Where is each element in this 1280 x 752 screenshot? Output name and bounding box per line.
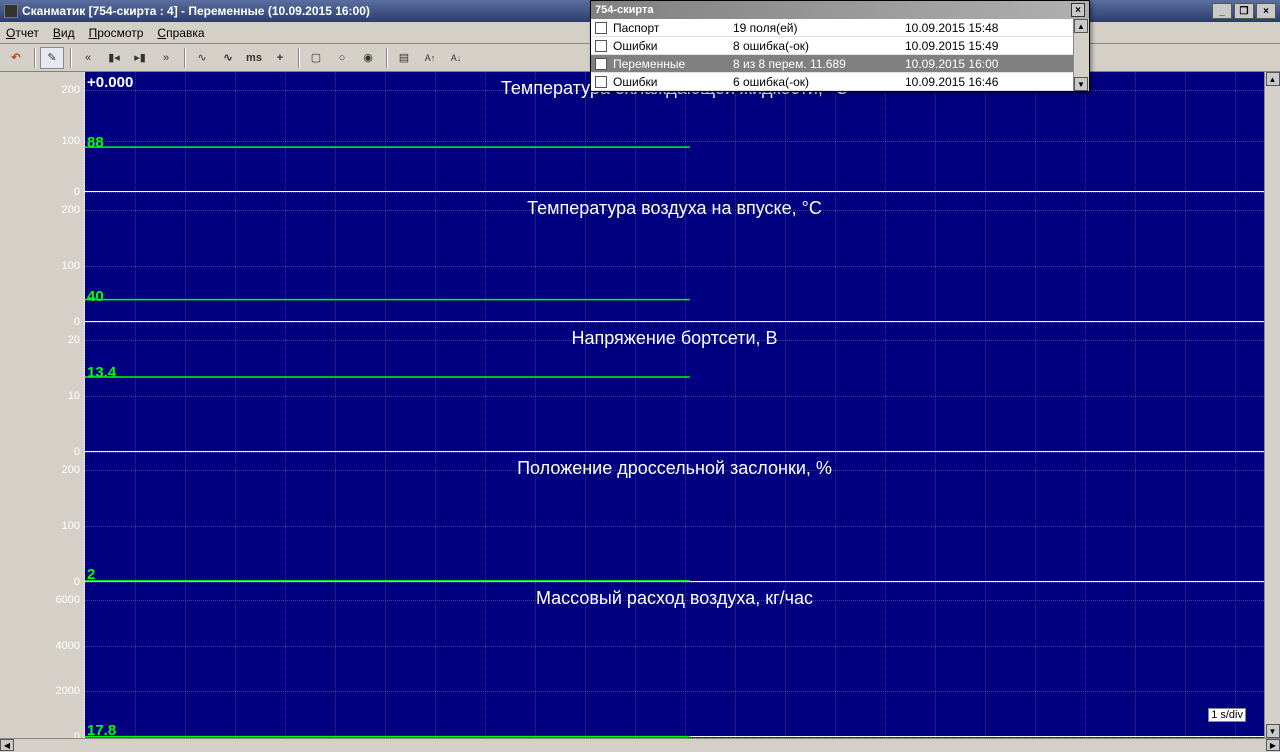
y-tick-label: 100	[0, 135, 80, 147]
popup-cell-name: Ошибки	[611, 75, 733, 89]
rewind-icon[interactable]: «	[76, 47, 100, 69]
popup-row[interactable]: Паспорт19 поля(ей)10.09.2015 15:48	[591, 19, 1089, 37]
ms-wave-icon[interactable]: ∿	[216, 47, 240, 69]
trace-line	[85, 582, 690, 737]
chart-row: Массовый расход воздуха, кг/час17.8	[85, 582, 1264, 737]
chart-row: Температура воздуха на впуске, °C40	[85, 192, 1264, 322]
y-tick-label: 0	[0, 316, 80, 328]
font-down-icon[interactable]: A↓	[444, 47, 468, 69]
menu-browse[interactable]: Просмотр	[89, 26, 144, 40]
window-title: Сканматик [754-скирта : 4] - Переменные …	[22, 4, 370, 18]
y-tick-label: 6000	[0, 594, 80, 606]
popup-cell-date: 10.09.2015 16:46	[905, 75, 1055, 89]
checkbox-icon[interactable]	[595, 76, 607, 88]
y-tick-label: 0	[0, 576, 80, 588]
minimize-button[interactable]: _	[1212, 3, 1232, 19]
trace-line	[85, 452, 690, 582]
y-tick-label: 20	[0, 334, 80, 346]
y-tick-label: 100	[0, 260, 80, 272]
menu-view[interactable]: Вид	[53, 26, 75, 40]
popup-cell-detail: 8 из 8 перем. 11.689	[733, 57, 905, 71]
y-tick-label: 0	[0, 186, 80, 198]
sessions-popup[interactable]: 754-скирта × Паспорт19 поля(ей)10.09.201…	[590, 0, 1090, 92]
popup-cell-name: Ошибки	[611, 39, 733, 53]
timebase-label: 1 s/div	[1208, 708, 1246, 722]
record-icon[interactable]: ◉	[356, 47, 380, 69]
y-tick-label: 10	[0, 390, 80, 402]
circle-icon[interactable]: ○	[330, 47, 354, 69]
checkbox-icon[interactable]	[595, 58, 607, 70]
scroll-up-icon[interactable]: ▲	[1266, 72, 1280, 86]
popup-cell-date: 10.09.2015 15:49	[905, 39, 1055, 53]
horizontal-scrollbar[interactable]: ◀ ▶	[0, 738, 1280, 752]
checkbox-icon[interactable]	[595, 40, 607, 52]
trace-line	[85, 192, 690, 322]
app-icon	[4, 4, 18, 18]
popup-titlebar[interactable]: 754-скирта ×	[591, 1, 1089, 19]
trace-line	[85, 322, 690, 452]
back-icon[interactable]: ↶	[4, 47, 28, 69]
popup-scrollbar[interactable]: ▲ ▼	[1073, 19, 1089, 91]
popup-cell-name: Переменные	[611, 57, 733, 71]
y-tick-label: 200	[0, 204, 80, 216]
popup-cell-detail: 8 ошибка(-ок)	[733, 39, 905, 53]
popup-title-text: 754-скирта	[595, 4, 653, 16]
fforward-icon[interactable]: »	[154, 47, 178, 69]
popup-body: Паспорт19 поля(ей)10.09.2015 15:48Ошибки…	[591, 19, 1089, 91]
option1-icon[interactable]: ▢	[304, 47, 328, 69]
chart-row: Напряжение бортсети, В13.4	[85, 322, 1264, 452]
font-up-icon[interactable]: A↑	[418, 47, 442, 69]
y-tick-label: 100	[0, 520, 80, 532]
popup-cell-detail: 19 поля(ей)	[733, 21, 905, 35]
menu-help[interactable]: Справка	[157, 26, 204, 40]
popup-row[interactable]: Ошибки6 ошибка(-ок)10.09.2015 16:46	[591, 73, 1089, 91]
checkbox-icon[interactable]	[595, 22, 607, 34]
popup-close-icon[interactable]: ×	[1071, 3, 1085, 17]
y-axis-gutter: 010020001002000102001002000200040006000	[0, 72, 85, 738]
chart-workspace: 010020001002000102001002000200040006000 …	[0, 72, 1280, 738]
menu-report[interactable]: Отчет	[6, 26, 39, 40]
prev-icon[interactable]: ▮◂	[102, 47, 126, 69]
list-icon[interactable]: ▤	[392, 47, 416, 69]
ms-button[interactable]: ms	[242, 47, 266, 69]
edit-icon[interactable]: ✎	[40, 47, 64, 69]
popup-scroll-up-icon[interactable]: ▲	[1074, 19, 1088, 33]
scroll-down-icon[interactable]: ▼	[1266, 724, 1280, 738]
maximize-button[interactable]: ❐	[1234, 3, 1254, 19]
popup-scroll-down-icon[interactable]: ▼	[1074, 77, 1088, 91]
popup-cell-detail: 6 ошибка(-ок)	[733, 75, 905, 89]
popup-row[interactable]: Ошибки8 ошибка(-ок)10.09.2015 15:49	[591, 37, 1089, 55]
y-tick-label: 0	[0, 446, 80, 458]
scroll-left-icon[interactable]: ◀	[0, 739, 14, 751]
y-tick-label: 200	[0, 464, 80, 476]
y-tick-label: 4000	[0, 640, 80, 652]
chart-row: Положение дроссельной заслонки, %2	[85, 452, 1264, 582]
plot-area[interactable]: +0.000 Температура охлаждающей жидкости,…	[85, 72, 1264, 738]
plus-button[interactable]: +	[268, 47, 292, 69]
popup-cell-date: 10.09.2015 15:48	[905, 21, 1055, 35]
y-tick-label: 2000	[0, 685, 80, 697]
popup-cell-date: 10.09.2015 16:00	[905, 57, 1055, 71]
next-icon[interactable]: ▸▮	[128, 47, 152, 69]
popup-cell-name: Паспорт	[611, 21, 733, 35]
wave-icon[interactable]: ∿	[190, 47, 214, 69]
close-button[interactable]: ×	[1256, 3, 1276, 19]
y-tick-label: 200	[0, 84, 80, 96]
popup-row[interactable]: Переменные8 из 8 перем. 11.68910.09.2015…	[591, 55, 1089, 73]
scroll-right-icon[interactable]: ▶	[1266, 739, 1280, 751]
vertical-scrollbar[interactable]: ▲ ▼	[1264, 72, 1280, 738]
